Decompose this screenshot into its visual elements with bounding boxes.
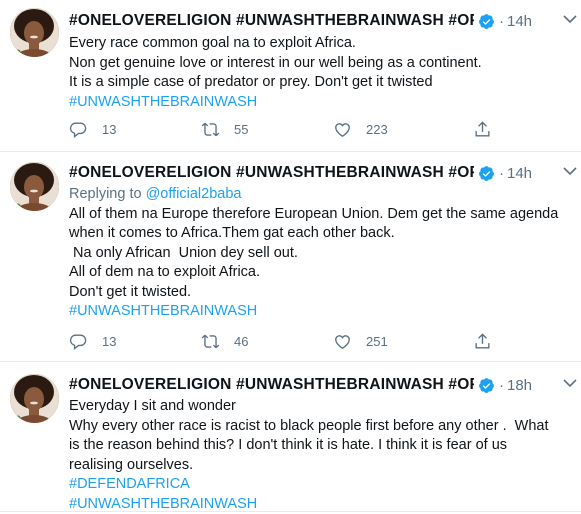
like-button[interactable]: 223 [333, 118, 388, 140]
share-button[interactable] [473, 330, 492, 352]
hashtag-link[interactable]: #UNWASHTHEBRAINWASH [69, 302, 571, 322]
tweet-line: Every race common goal na to exploit Afr… [69, 35, 356, 51]
divider [0, 511, 581, 512]
tweet-line: Na only African Union dey sell out. [69, 244, 298, 261]
tweet-line: when it comes to Africa.Them gat each ot… [69, 225, 395, 241]
heart-icon [335, 334, 350, 349]
tweet-line: Everyday I sit and wonder [69, 398, 236, 414]
share-button[interactable] [473, 118, 492, 140]
timestamp[interactable]: 18h [507, 377, 532, 394]
reply-button[interactable]: 13 [69, 118, 116, 140]
avatar[interactable] [10, 162, 59, 211]
chevron-down-icon[interactable] [563, 166, 577, 176]
retweet-button[interactable]: 55 [201, 118, 248, 140]
reply-icon [69, 333, 87, 350]
tweet-line: Non get genuine love or interest in our … [69, 54, 482, 71]
separator-dot: · [499, 12, 504, 30]
like-count: 251 [366, 333, 388, 349]
reply-button[interactable]: 13 [69, 330, 116, 352]
tweet[interactable]: #ONELOVERELIGION #UNWASHTHEBRAINWASH #OP… [0, 362, 581, 514]
tweet-line: All of them na Europe therefore European… [69, 205, 559, 222]
retweet-count: 46 [234, 333, 249, 349]
avatar[interactable] [10, 374, 59, 423]
share-icon [475, 332, 490, 349]
tweet-line: It is a simple case of predator or prey.… [69, 74, 433, 90]
replying-to: Replying to @official2baba [69, 185, 571, 205]
tweet-actions: 13 46 251 [69, 330, 529, 352]
mention-link[interactable]: @official2baba [146, 186, 242, 202]
separator-dot: · [499, 164, 504, 182]
timestamp[interactable]: 14h [507, 165, 532, 182]
tweet-line: Don't get it twisted. [69, 283, 192, 300]
display-name[interactable]: #ONELOVERELIGION #UNWASHTHEBRAINWASH #OP… [69, 376, 474, 394]
retweet-icon [201, 334, 220, 348]
retweet-icon [201, 122, 220, 136]
retweet-count: 55 [234, 121, 249, 137]
chevron-down-icon[interactable] [563, 378, 577, 388]
avatar[interactable] [10, 8, 59, 57]
replying-to-label: Replying to [69, 186, 146, 202]
hashtag-link[interactable]: #DEFENDAFRICA [69, 475, 571, 495]
share-icon [475, 120, 490, 137]
tweet-text: Replying to @official2baba All of them n… [69, 185, 571, 322]
like-count: 223 [366, 121, 388, 137]
verified-badge-icon [479, 165, 494, 181]
like-button[interactable]: 251 [333, 330, 388, 352]
separator-dot: · [499, 376, 504, 394]
tweet-feed: #ONELOVERELIGION #UNWASHTHEBRAINWASH #OP… [0, 0, 581, 514]
reply-count: 13 [102, 121, 117, 137]
tweet[interactable]: #ONELOVERELIGION #UNWASHTHEBRAINWASH #OP… [0, 152, 581, 361]
tweet[interactable]: #ONELOVERELIGION #UNWASHTHEBRAINWASH #OP… [0, 0, 581, 151]
retweet-button[interactable]: 46 [201, 330, 248, 352]
verified-badge-icon [479, 13, 494, 29]
tweet-text: Everyday I sit and wonder Why every othe… [69, 397, 571, 514]
heart-icon [335, 122, 350, 137]
tweet-line: realising ourselves. [69, 456, 194, 473]
display-name[interactable]: #ONELOVERELIGION #UNWASHTHEBRAINWASH #OP… [69, 164, 474, 182]
timestamp[interactable]: 14h [507, 13, 532, 30]
hashtag-link[interactable]: #UNWASHTHEBRAINWASH [69, 93, 571, 113]
reply-icon [69, 121, 87, 138]
tweet-line: is the reason behind this? I don't think… [69, 437, 508, 453]
display-name[interactable]: #ONELOVERELIGION #UNWASHTHEBRAINWASH #OP… [69, 12, 474, 30]
tweet-actions: 13 55 223 [69, 118, 529, 140]
tweet-line: Why every other race is racist to black … [69, 417, 549, 434]
reply-count: 13 [102, 333, 117, 349]
tweet-text: Every race common goal na to exploit Afr… [69, 34, 571, 112]
chevron-down-icon[interactable] [563, 14, 577, 24]
verified-badge-icon [479, 377, 494, 393]
tweet-line: All of dem na to exploit Africa. [69, 264, 261, 280]
